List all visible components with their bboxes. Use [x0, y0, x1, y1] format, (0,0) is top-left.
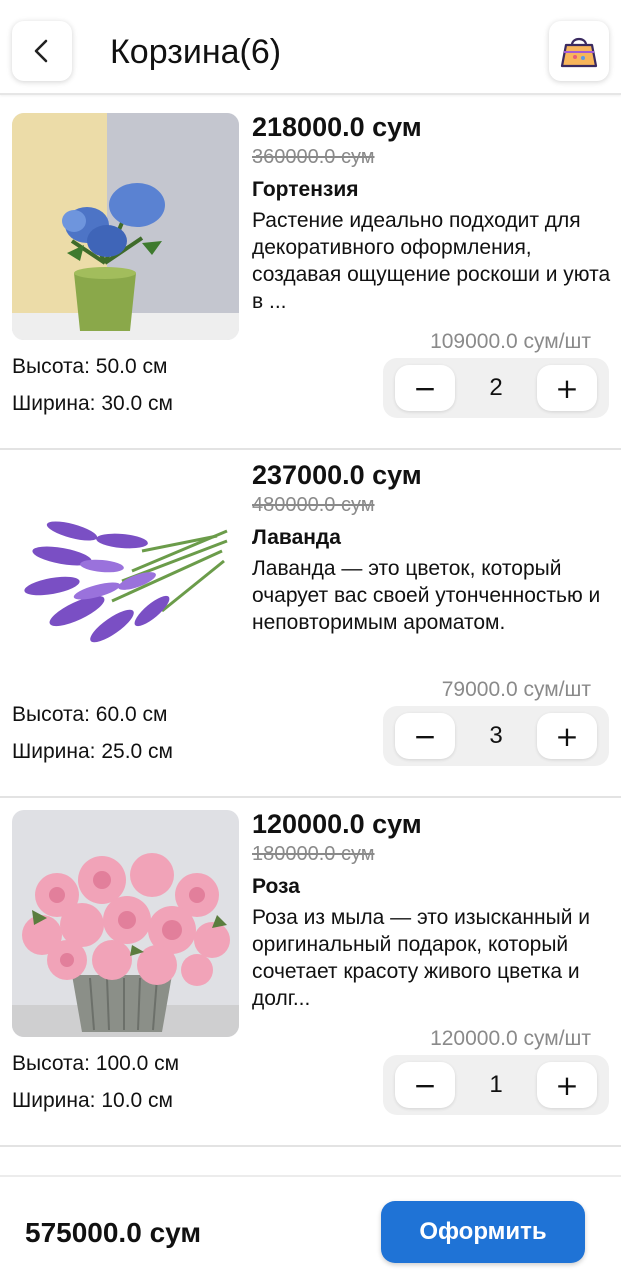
item-old-price: 360000.0 сум	[252, 146, 375, 168]
item-description: Лаванда — это цветок, который очарует ва…	[252, 557, 601, 634]
item-price: 237000.0 сум	[252, 460, 422, 490]
item-description: Растение идеально подходит для декоратив…	[252, 209, 611, 313]
chevron-left-icon	[34, 39, 48, 63]
decrease-button[interactable]: −	[395, 1062, 455, 1108]
item-unit-price: 109000.0 сум/шт	[430, 330, 591, 353]
item-height: Высота: 60.0 см	[12, 703, 168, 726]
item-height: Высота: 100.0 см	[12, 1052, 180, 1075]
cart-total: 575000.0 сум	[25, 1217, 202, 1248]
item-unit-price: 79000.0 сум/шт	[441, 678, 591, 701]
item-old-price: 180000.0 сум	[252, 843, 375, 865]
item-width: Ширина: 10.0 см	[12, 1089, 173, 1112]
increase-button[interactable]: +	[537, 713, 597, 759]
item-name: Роза	[252, 875, 300, 898]
cart-item: 237000.0 сум 480000.0 сум Лаванда Лаванд…	[0, 458, 621, 798]
item-description: Роза из мыла — это изысканный и оригинал…	[252, 906, 591, 1010]
item-name: Лаванда	[252, 526, 341, 549]
back-button[interactable]	[12, 21, 72, 81]
increase-button[interactable]: +	[537, 365, 597, 411]
quantity-value: 1	[489, 1071, 503, 1098]
checkout-footer: 575000.0 сум Оформить	[0, 1175, 621, 1280]
item-unit-price: 120000.0 сум/шт	[430, 1027, 591, 1050]
item-old-price: 480000.0 сум	[252, 494, 375, 516]
decrease-button[interactable]: −	[395, 713, 455, 759]
rose-image	[12, 810, 239, 1037]
checkout-button[interactable]: Оформить	[381, 1201, 585, 1263]
quantity-value: 2	[489, 374, 503, 401]
gift-bag-icon	[560, 37, 598, 68]
item-price: 120000.0 сум	[252, 809, 422, 839]
item-width: Ширина: 25.0 см	[12, 740, 173, 763]
quantity-stepper: − 2 +	[383, 358, 609, 418]
quantity-stepper: − 3 +	[383, 706, 609, 766]
lavender-image	[12, 461, 239, 688]
product-image-rose[interactable]	[12, 810, 239, 1037]
product-image-hydrangea[interactable]	[12, 113, 239, 340]
page-title: Корзина(6)	[110, 33, 282, 71]
item-height: Высота: 50.0 см	[12, 355, 168, 378]
item-width: Ширина: 30.0 см	[12, 392, 173, 415]
product-image-lavender[interactable]	[12, 461, 239, 688]
increase-button[interactable]: +	[537, 1062, 597, 1108]
decrease-button[interactable]: −	[395, 365, 455, 411]
item-name: Гортензия	[252, 178, 359, 201]
quantity-value: 3	[489, 722, 503, 749]
item-price: 218000.0 сум	[252, 112, 422, 142]
gift-button[interactable]	[549, 21, 609, 81]
app-header: Корзина(6)	[0, 0, 621, 95]
hydrangea-image	[12, 113, 239, 340]
quantity-stepper: − 1 +	[383, 1055, 609, 1115]
cart-item: 218000.0 сум 360000.0 сум Гортензия Раст…	[0, 110, 621, 450]
cart-item: 120000.0 сум 180000.0 сум Роза Роза из м…	[0, 807, 621, 1147]
